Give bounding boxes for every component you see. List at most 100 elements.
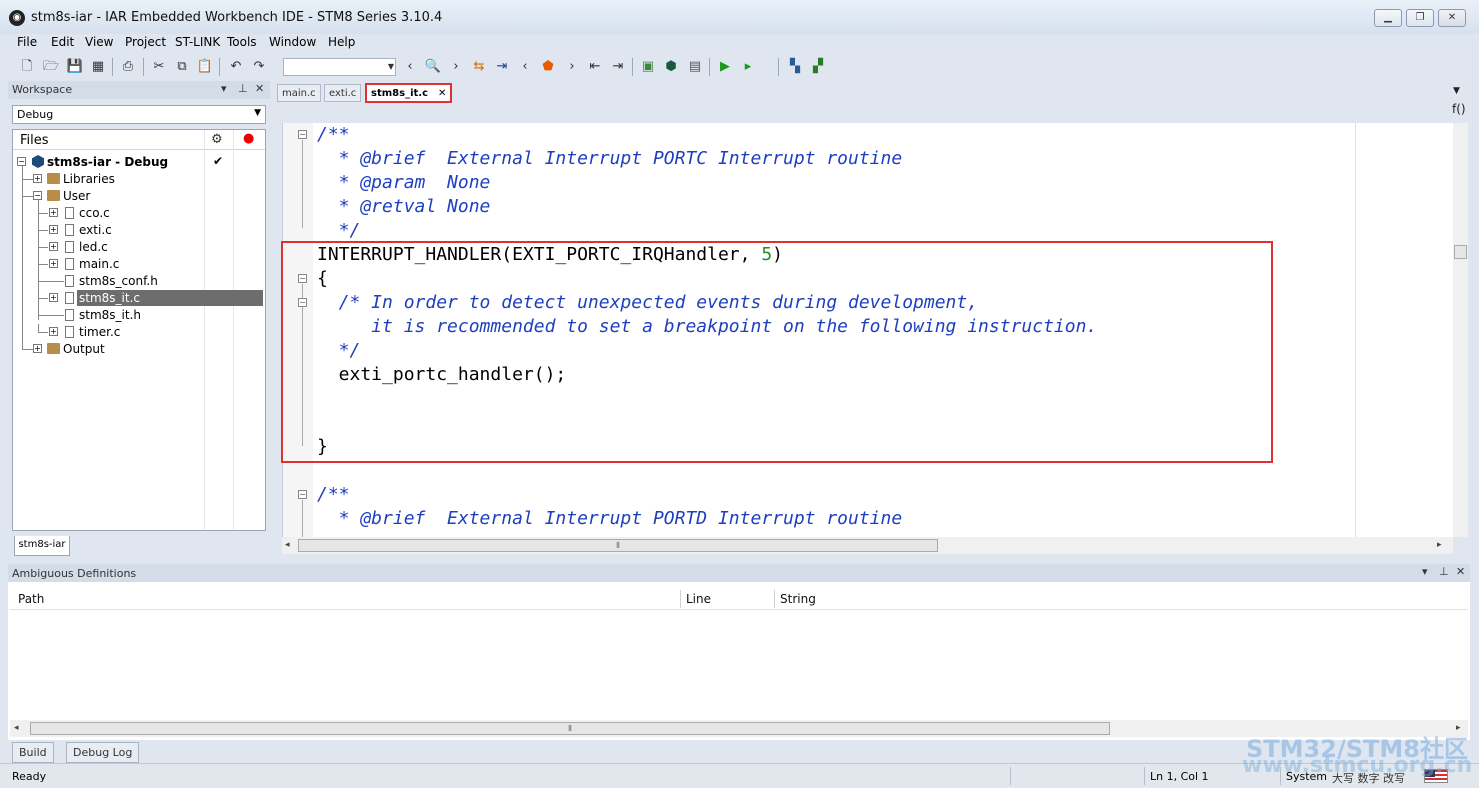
tree-item-main-c[interactable]: + main.c xyxy=(13,256,265,273)
download-debug-icon[interactable]: ▶ xyxy=(716,58,734,76)
tree-item-exti-c[interactable]: + exti.c xyxy=(13,222,265,239)
editor-vertical-scrollbar[interactable] xyxy=(1453,123,1468,537)
menu-tools[interactable]: Tools xyxy=(227,35,257,49)
minimize-button[interactable]: ▁ xyxy=(1374,9,1402,27)
menu-edit[interactable]: Edit xyxy=(51,35,74,49)
tree-item-output[interactable]: + Output xyxy=(13,341,265,358)
tree-item-project[interactable]: − stm8s-iar - Debug ✔ xyxy=(13,154,265,171)
settings-tool-icon[interactable]: ▞ xyxy=(809,58,827,76)
menu-window[interactable]: Window xyxy=(269,35,316,49)
menu-view[interactable]: View xyxy=(85,35,113,49)
tree-item-timer-c[interactable]: + timer.c xyxy=(13,324,265,341)
panel-header: Ambiguous Definitions ▾ ⊥ ✕ xyxy=(8,564,1470,582)
tree-item-led-c[interactable]: + led.c xyxy=(13,239,265,256)
debug-without-download-icon[interactable]: ▸ xyxy=(739,58,757,76)
gear-icon[interactable]: ⚙ xyxy=(211,132,223,147)
cut-icon[interactable]: ✂ xyxy=(150,58,168,76)
nav-forward-icon[interactable]: › xyxy=(447,58,465,76)
go-to-icon[interactable]: ⇥ xyxy=(493,58,511,76)
expand-icon[interactable]: + xyxy=(49,259,58,268)
copy-icon[interactable]: ⧉ xyxy=(173,58,191,76)
function-list-button[interactable]: f() xyxy=(1452,102,1466,116)
menu-file[interactable]: File xyxy=(17,35,37,49)
cursor-position: Ln 1, Col 1 xyxy=(1150,770,1209,783)
column-line[interactable]: Line xyxy=(686,592,711,606)
tab-build[interactable]: Build xyxy=(12,742,54,763)
stop-build-icon[interactable]: ▤ xyxy=(686,58,704,76)
code-line: * @param None xyxy=(317,172,491,193)
bookmark-icon[interactable]: ⬟ xyxy=(539,58,557,76)
menu-st-link[interactable]: ST-LINK xyxy=(175,35,220,49)
scroll-left-icon[interactable]: ◂ xyxy=(14,723,19,733)
menu-project[interactable]: Project xyxy=(125,35,166,49)
nav-back-icon[interactable]: ‹ xyxy=(401,58,419,76)
chevron-down-icon[interactable]: ▼ xyxy=(388,59,394,75)
tree-label: Libraries xyxy=(63,172,115,186)
tree-item-user[interactable]: − User xyxy=(13,188,265,205)
menu-help[interactable]: Help xyxy=(328,35,355,49)
prev-icon[interactable]: ‹ xyxy=(516,58,534,76)
collapse-icon[interactable]: − xyxy=(33,191,42,200)
tab-main-c[interactable]: main.c xyxy=(277,84,321,102)
dropdown-icon[interactable]: ▾ xyxy=(221,82,227,95)
tree-item-stm8s-conf-h[interactable]: stm8s_conf.h xyxy=(13,273,265,290)
tree-label: exti.c xyxy=(79,223,112,237)
new-file-icon[interactable]: 🗋 xyxy=(18,58,36,76)
chevron-down-icon[interactable]: ▼ xyxy=(1453,86,1460,96)
breakpoints-icon[interactable]: ▚ xyxy=(786,58,804,76)
scroll-left-icon[interactable]: ◂ xyxy=(285,540,290,550)
expand-icon[interactable]: + xyxy=(49,242,58,251)
scroll-thumb[interactable]: ⦀ xyxy=(30,722,1110,735)
c-file-icon xyxy=(65,258,74,270)
tree-item-stm8s-it-c[interactable]: + stm8s_it.c xyxy=(13,290,265,307)
expand-icon[interactable]: + xyxy=(49,208,58,217)
print-icon[interactable]: ⎙ xyxy=(119,58,137,76)
menu-bar: File Edit View Project ST-LINK Tools Win… xyxy=(0,34,1479,54)
open-icon[interactable]: 🗁 xyxy=(42,58,60,76)
tree-item-libraries[interactable]: + Libraries xyxy=(13,171,265,188)
code-line: * @brief External Interrupt PORTC Interr… xyxy=(317,148,903,169)
column-path[interactable]: Path xyxy=(18,592,44,606)
workspace-tab[interactable]: stm8s-iar xyxy=(14,536,70,556)
expand-icon[interactable]: + xyxy=(49,225,58,234)
tab-exti-c[interactable]: exti.c xyxy=(324,84,362,102)
column-string[interactable]: String xyxy=(780,592,816,606)
search-input[interactable]: ▼ xyxy=(283,58,396,76)
pin-icon[interactable]: ⊥ xyxy=(238,82,248,95)
editor-horizontal-scrollbar[interactable]: ◂ ⦀ ▸ xyxy=(282,537,1453,554)
save-icon[interactable]: 💾 xyxy=(66,58,84,76)
restore-button[interactable]: ❐ xyxy=(1406,9,1434,27)
scroll-thumb[interactable] xyxy=(1454,245,1467,259)
make-icon[interactable]: ⬢ xyxy=(662,58,680,76)
replace-icon[interactable]: ⇆ xyxy=(470,58,488,76)
collapse-icon[interactable]: − xyxy=(17,157,26,166)
dropdown-icon[interactable]: ▾ xyxy=(1422,565,1428,578)
expand-icon[interactable]: + xyxy=(49,327,58,336)
next-bookmark-icon[interactable]: ⇥ xyxy=(609,58,627,76)
configuration-select[interactable]: Debug ▼ xyxy=(12,105,266,124)
workspace-header: Workspace ▾ ⊥ ✕ xyxy=(8,81,270,99)
save-all-icon[interactable]: ▦ xyxy=(89,58,107,76)
scroll-thumb[interactable]: ⦀ xyxy=(298,539,938,552)
redo-icon[interactable]: ↷ xyxy=(250,58,268,76)
close-button[interactable]: ✕ xyxy=(1438,9,1466,27)
undo-icon[interactable]: ↶ xyxy=(227,58,245,76)
tab-debug-log[interactable]: Debug Log xyxy=(66,742,140,763)
scroll-right-icon[interactable]: ▸ xyxy=(1437,540,1442,550)
find-icon[interactable]: 🔍 xyxy=(424,58,442,76)
close-icon[interactable]: ✕ xyxy=(255,82,264,95)
expand-icon[interactable]: + xyxy=(49,293,58,302)
fold-collapse-icon[interactable]: − xyxy=(298,130,307,139)
c-file-icon xyxy=(65,292,74,304)
close-icon[interactable]: ✕ xyxy=(1456,565,1465,578)
expand-icon[interactable]: + xyxy=(33,344,42,353)
tree-item-stm8s-it-h[interactable]: stm8s_it.h xyxy=(13,307,265,324)
next-icon[interactable]: › xyxy=(563,58,581,76)
compile-icon[interactable]: ▣ xyxy=(639,58,657,76)
tree-item-cco-c[interactable]: + cco.c xyxy=(13,205,265,222)
prev-bookmark-icon[interactable]: ⇤ xyxy=(586,58,604,76)
fold-collapse-icon[interactable]: − xyxy=(298,490,307,499)
paste-icon[interactable]: 📋 xyxy=(196,58,214,76)
expand-icon[interactable]: + xyxy=(33,174,42,183)
pin-icon[interactable]: ⊥ xyxy=(1439,565,1449,578)
